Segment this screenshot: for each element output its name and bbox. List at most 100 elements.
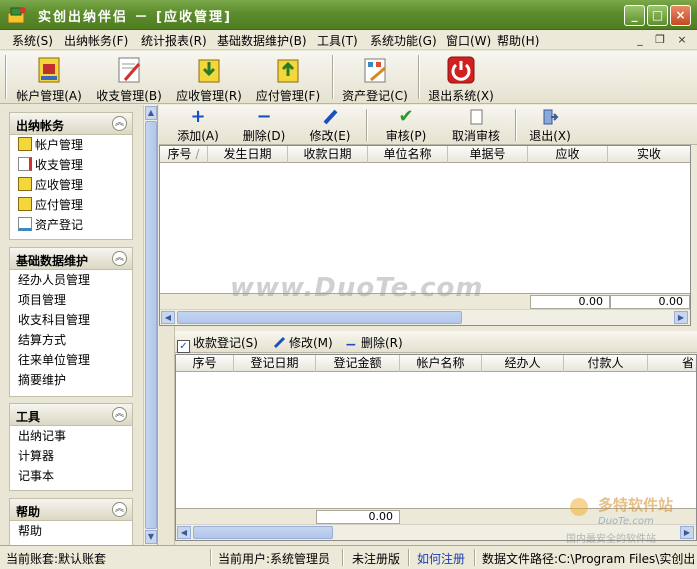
column-header[interactable]: 实收 xyxy=(608,146,690,163)
toolbar-payables[interactable]: 应付管理(F) xyxy=(251,53,325,103)
maximize-button[interactable]: □ xyxy=(647,5,668,26)
menu-cashier-accounts[interactable]: 出纳帐务(F) xyxy=(64,32,128,49)
sidebar-item-projects[interactable]: 项目管理 xyxy=(10,290,132,310)
sidebar-item-receivables[interactable]: 应收管理 xyxy=(10,175,132,195)
panel-header[interactable]: 出纳帐务 ︽ xyxy=(10,113,132,135)
asset-register-icon xyxy=(18,217,32,231)
invoice-pencil-icon xyxy=(18,157,32,171)
menu-system-functions[interactable]: 系统功能(G) xyxy=(370,32,437,49)
sidebar-item-account-management[interactable]: 帐户管理 xyxy=(10,135,132,155)
column-header[interactable]: 付款人 xyxy=(564,355,648,372)
exit-button[interactable]: 退出(X) xyxy=(523,108,577,144)
scroll-left-icon[interactable]: ◀ xyxy=(177,526,191,539)
sidebar-item-partners[interactable]: 往来单位管理 xyxy=(10,350,132,370)
toolbar-receivables[interactable]: 应收管理(R) xyxy=(172,53,246,103)
column-header[interactable]: 单位名称 xyxy=(368,146,448,163)
column-header[interactable]: 经办人 xyxy=(482,355,564,372)
column-header[interactable]: 登记日期 xyxy=(234,355,316,372)
collection-edit-button[interactable]: 修改(M) xyxy=(273,334,333,351)
collection-register-button[interactable]: ✓ 收款登记(S) xyxy=(177,334,258,353)
menu-system[interactable]: 系统(S) xyxy=(12,32,53,49)
minimize-button[interactable]: _ xyxy=(624,5,645,26)
sidebar-item-subjects[interactable]: 收支科目管理 xyxy=(10,310,132,330)
sidebar-item-settlement[interactable]: 结算方式 xyxy=(10,330,132,350)
toolbar-separator xyxy=(515,109,517,141)
sidebar-item-calculator[interactable]: 计算器 xyxy=(10,446,132,466)
watermark-subtitle: 国内最安全的软件站 xyxy=(566,534,656,545)
column-header[interactable]: 发生日期 xyxy=(208,146,288,163)
column-header[interactable]: 登记金额 xyxy=(316,355,400,372)
scroll-up-icon[interactable]: ▲ xyxy=(145,106,157,120)
toolbar-label: 收支管理(B) xyxy=(96,89,162,103)
grid-header: 序号 / 发生日期 收款日期 单位名称 单据号 应收 实收 xyxy=(160,146,690,163)
watermark-brand-en: DuoTe.com xyxy=(598,516,654,527)
collection-delete-button[interactable]: − 删除(R) xyxy=(345,334,403,353)
status-data-path: 数据文件路径:C:\Program Files\实创出 xyxy=(482,552,694,566)
menu-window[interactable]: 窗口(W) xyxy=(446,32,491,49)
sidebar-item-staff[interactable]: 经办人员管理 xyxy=(10,270,132,290)
add-button[interactable]: + 添加(A) xyxy=(173,108,223,144)
panel-header[interactable]: 基础数据维护 ︽ xyxy=(10,248,132,270)
sidebar-item-income-expense[interactable]: 收支管理 xyxy=(10,155,132,175)
status-separator xyxy=(342,549,344,566)
sidebar-item-summary[interactable]: 摘要维护 xyxy=(10,370,132,390)
column-header[interactable]: 帐户名称 xyxy=(400,355,482,372)
collapse-icon[interactable]: ︽ xyxy=(112,116,127,131)
toolbar-label: 帐户管理(A) xyxy=(16,89,82,103)
panel-header[interactable]: 帮助 ︽ xyxy=(10,499,132,521)
column-header[interactable]: 序号 / xyxy=(160,146,208,163)
menu-help[interactable]: 帮助(H) xyxy=(497,32,539,49)
approve-button[interactable]: ✔ 审核(P) xyxy=(379,108,433,144)
scrollbar-thumb[interactable] xyxy=(193,526,333,539)
scroll-right-icon[interactable]: ▶ xyxy=(674,311,688,324)
scroll-down-icon[interactable]: ▼ xyxy=(145,530,157,544)
mdi-close-button[interactable]: × xyxy=(674,32,690,47)
total-received: 0.00 xyxy=(610,295,690,309)
delete-button[interactable]: − 删除(D) xyxy=(239,108,289,144)
sidebar-item-notepad[interactable]: 记事本 xyxy=(10,466,132,486)
mdi-minimize-button[interactable]: _ xyxy=(632,32,648,47)
collapse-icon[interactable]: ︽ xyxy=(112,407,127,422)
watermark-brand: 多特软件站 xyxy=(598,496,674,514)
menu-reports[interactable]: 统计报表(R) xyxy=(141,32,207,49)
pen-icon xyxy=(273,336,286,349)
column-header[interactable]: 省 xyxy=(648,355,696,372)
toolbar-account-management[interactable]: 帐户管理(A) xyxy=(12,53,86,103)
toolbar-income-expense[interactable]: 收支管理(B) xyxy=(92,53,166,103)
toolbar-grip xyxy=(5,55,7,99)
account-book-icon xyxy=(18,137,32,151)
app-logo-icon xyxy=(7,7,26,24)
column-header[interactable]: 应收 xyxy=(528,146,608,163)
menu-basic-data[interactable]: 基础数据维护(B) xyxy=(217,32,307,49)
column-header[interactable]: 收款日期 xyxy=(288,146,368,163)
menu-tools[interactable]: 工具(T) xyxy=(317,32,358,49)
toolbar-asset-registration[interactable]: 资产登记(C) xyxy=(338,53,412,103)
scrollbar-thumb[interactable] xyxy=(145,121,157,529)
payable-folder-icon xyxy=(277,59,299,83)
column-header[interactable]: 序号 xyxy=(176,355,234,372)
toolbar-label: 应收管理(R) xyxy=(176,89,242,103)
toolbar-exit-system[interactable]: 退出系统(X) xyxy=(424,53,498,103)
sidebar-item-notes[interactable]: 出纳记事 xyxy=(10,426,132,446)
sidebar-item-payables[interactable]: 应付管理 xyxy=(10,195,132,215)
toolbar-separator xyxy=(418,55,420,99)
collapse-icon[interactable]: ︽ xyxy=(112,502,127,517)
sidebar-item-asset-registration[interactable]: 资产登记 xyxy=(10,215,132,235)
scrollbar-thumb[interactable] xyxy=(177,311,462,324)
column-header[interactable]: 单据号 xyxy=(448,146,528,163)
register-link[interactable]: 如何注册 xyxy=(417,550,465,567)
horizontal-scrollbar[interactable]: ◀ ▶ xyxy=(160,309,690,325)
edit-button[interactable]: 修改(E) xyxy=(305,108,355,144)
panel-title: 基础数据维护 xyxy=(16,254,89,268)
sidebar-item-help[interactable]: 帮助 xyxy=(10,521,132,541)
grid-header: 序号 登记日期 登记金额 帐户名称 经办人 付款人 省 xyxy=(176,355,696,372)
total-amount: 0.00 xyxy=(316,510,400,524)
close-button[interactable]: × xyxy=(670,5,691,26)
mdi-restore-button[interactable]: ❐ xyxy=(652,32,668,47)
cancel-approve-button[interactable]: 取消审核 xyxy=(445,108,507,144)
collapse-icon[interactable]: ︽ xyxy=(112,251,127,266)
title-bar[interactable]: 实创出纳伴侣 － [应收管理] _ □ × xyxy=(0,0,697,30)
scroll-left-icon[interactable]: ◀ xyxy=(161,311,175,324)
sidebar-scrollbar[interactable]: ▲ ▼ xyxy=(143,105,157,545)
panel-header[interactable]: 工具 ︽ xyxy=(10,404,132,426)
